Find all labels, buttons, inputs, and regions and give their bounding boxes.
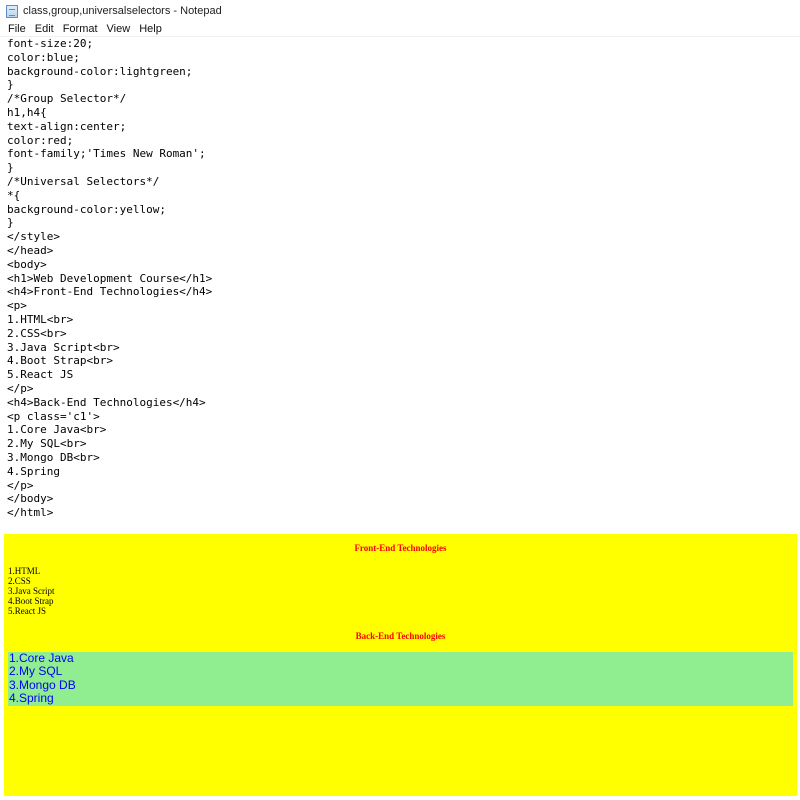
code-line: <h1>Web Development Course</h1> xyxy=(7,271,213,285)
menu-edit[interactable]: Edit xyxy=(35,23,60,35)
code-line: </p> xyxy=(7,478,34,492)
code-line: background-color:yellow; xyxy=(7,202,166,216)
window-title: class,group,universalselectors - Notepad xyxy=(23,5,222,17)
code-line: </head> xyxy=(7,243,54,257)
code-line: } xyxy=(7,216,14,230)
code-line: 3.Java Script<br> xyxy=(7,340,120,354)
list-item: 3.Mongo DB xyxy=(9,677,76,692)
code-line: text-align:center; xyxy=(7,119,127,133)
code-line: </body> xyxy=(7,492,54,506)
code-line: 3.Mongo DB<br> xyxy=(7,450,100,464)
list-item: 4.Spring xyxy=(9,691,54,706)
text-editor-area[interactable]: font-size:20; color:blue; background-col… xyxy=(0,37,800,527)
code-line: 2.CSS<br> xyxy=(7,326,67,340)
code-line: } xyxy=(7,161,14,175)
code-line: color:blue; xyxy=(7,50,80,64)
menu-bar: File Edit Format View Help xyxy=(0,22,800,37)
list-item: 2.My SQL xyxy=(9,664,63,679)
code-line: </html> xyxy=(7,506,54,520)
code-line: font-size:20; xyxy=(7,37,94,50)
code-line: </p> xyxy=(7,381,34,395)
code-line: 2.My SQL<br> xyxy=(7,437,87,451)
code-line: background-color:lightgreen; xyxy=(7,64,193,78)
backend-list: 1.Core Java 2.My SQL 3.Mongo DB 4.Spring xyxy=(8,651,793,706)
menu-help[interactable]: Help xyxy=(139,23,168,35)
title-bar: class,group,universalselectors - Notepad xyxy=(0,0,800,22)
list-item: 3.Java Script xyxy=(8,586,55,596)
frontend-list: 1.HTML 2.CSS 3.Java Script 4.Boot Strap … xyxy=(4,566,55,616)
list-item: 4.Boot Strap xyxy=(8,596,54,606)
code-line: 5.React JS xyxy=(7,368,74,382)
code-line: <p> xyxy=(7,299,27,313)
code-line: 1.HTML<br> xyxy=(7,312,74,326)
code-line: font-family;'Times New Roman'; xyxy=(7,147,206,161)
code-line: *{ xyxy=(7,188,21,202)
code-line: /*Group Selector*/ xyxy=(7,92,127,106)
code-line: } xyxy=(7,78,14,92)
notepad-icon xyxy=(6,4,18,18)
code-line: </style> xyxy=(7,230,60,244)
backend-heading: Back-End Technologies xyxy=(355,631,446,641)
code-line: <h4>Front-End Technologies</h4> xyxy=(7,285,213,299)
menu-file[interactable]: File xyxy=(8,23,32,35)
code-line: color:red; xyxy=(7,133,74,147)
menu-format[interactable]: Format xyxy=(63,23,104,35)
list-item: 2.CSS xyxy=(8,576,31,586)
list-item: 1.Core Java xyxy=(9,651,74,665)
code-line: <body> xyxy=(7,257,47,271)
menu-view[interactable]: View xyxy=(107,23,137,35)
code-line: 4.Boot Strap<br> xyxy=(7,354,113,368)
code-line: <h4>Back-End Technologies</h4> xyxy=(7,395,206,409)
rendered-page-output: Front-End Technologies 1.HTML 2.CSS 3.Ja… xyxy=(4,534,797,796)
code-line: 4.Spring xyxy=(7,464,60,478)
code-line: 1.Core Java<br> xyxy=(7,423,107,437)
code-line: h1,h4{ xyxy=(7,105,47,119)
list-item: 1.HTML xyxy=(8,566,41,576)
list-item: 5.React JS xyxy=(8,606,46,616)
frontend-heading: Front-End Technologies xyxy=(354,543,447,553)
code-line: /*Universal Selectors*/ xyxy=(7,174,160,188)
code-line: <p class='c1'> xyxy=(7,409,100,423)
